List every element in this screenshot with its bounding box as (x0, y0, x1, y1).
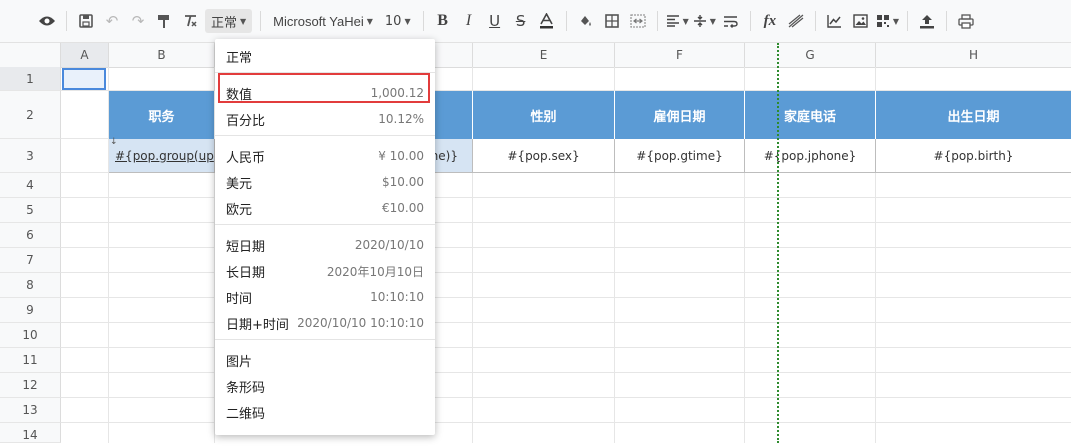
menu-item-usd[interactable]: 美元 $10.00 (215, 169, 435, 195)
save-icon[interactable] (75, 9, 97, 33)
menu-item-time[interactable]: 时间 10:10:10 (215, 284, 435, 310)
print-icon[interactable] (955, 9, 977, 33)
page-break-line (777, 43, 779, 443)
row-header-10[interactable]: 10 (0, 323, 61, 348)
corner-cell[interactable] (0, 43, 61, 67)
row-header-4[interactable]: 4 (0, 173, 61, 198)
menu-item-normal[interactable]: 正常 (215, 43, 435, 69)
row-header-3[interactable]: 3 (0, 139, 61, 173)
row-header-6[interactable]: 6 (0, 223, 61, 248)
font-family-label: Microsoft YaHei (273, 13, 364, 29)
row-header-8[interactable]: 8 (0, 273, 61, 298)
menu-item-percent[interactable]: 百分比 10.12% (215, 106, 435, 132)
qrcode-icon[interactable]: ▼ (876, 9, 899, 33)
caret-down-icon: ▼ (240, 16, 247, 26)
row-header-9[interactable]: 9 (0, 298, 61, 323)
underline-icon[interactable]: U (484, 9, 506, 33)
caret-down-icon: ▼ (404, 16, 411, 26)
header-cell-sex[interactable]: 性别 (473, 91, 615, 139)
bold-icon[interactable]: B (432, 9, 454, 33)
row-header-1[interactable]: 1 (0, 67, 61, 91)
image-icon[interactable] (850, 9, 872, 33)
upload-icon[interactable] (916, 9, 938, 33)
data-cell-gtime[interactable]: #{pop.gtime} (615, 139, 745, 173)
column-header-row: A B E F G H (0, 43, 1071, 68)
clear-format-icon[interactable] (179, 9, 201, 33)
vertical-align-icon[interactable]: ▼ (693, 9, 716, 33)
expand-arrow-icon: ↓ (110, 137, 118, 147)
caret-down-icon: ▼ (366, 16, 373, 26)
column-header-f[interactable]: F (615, 43, 745, 67)
menu-item-barcode[interactable]: 条形码 (215, 373, 435, 399)
selected-cell-a1[interactable] (62, 68, 106, 90)
menu-item-short-date[interactable]: 短日期 2020/10/10 (215, 232, 435, 258)
merge-cells-icon[interactable] (627, 9, 649, 33)
number-format-dropdown[interactable]: 正常 ▼ (205, 9, 253, 33)
wrap-text-icon[interactable] (720, 9, 742, 33)
undo-icon[interactable]: ↶ (101, 9, 123, 33)
font-size-label: 10 (384, 13, 402, 29)
menu-item-rmb[interactable]: 人民币 ¥ 10.00 (215, 143, 435, 169)
row-header-2[interactable]: 2 (0, 91, 61, 139)
caret-down-icon: ▼ (682, 16, 689, 26)
data-cell-sex[interactable]: #{pop.sex} (473, 139, 615, 173)
data-cell-group[interactable]: #{pop.group(up (109, 139, 215, 173)
data-cell-jphone[interactable]: #{pop.jphone} (745, 139, 876, 173)
number-format-label: 正常 (211, 15, 238, 31)
row-header-7[interactable]: 7 (0, 248, 61, 273)
caret-down-icon: ▼ (709, 16, 716, 26)
header-cell-position[interactable]: 职务 (109, 91, 215, 139)
highlight-box (218, 73, 430, 103)
redo-icon[interactable]: ↷ (127, 9, 149, 33)
caret-down-icon: ▼ (892, 16, 900, 26)
font-size-dropdown[interactable]: 10 ▼ (381, 9, 415, 33)
data-cell-birth[interactable]: #{pop.birth} (876, 139, 1071, 173)
column-header-h[interactable]: H (876, 43, 1071, 67)
column-header-g[interactable]: G (745, 43, 876, 67)
diagonal-slash-icon[interactable] (785, 9, 807, 33)
row-header-12[interactable]: 12 (0, 373, 61, 398)
header-cell-home-phone[interactable]: 家庭电话 (745, 91, 876, 139)
menu-item-image[interactable]: 图片 (215, 347, 435, 373)
preview-eye-icon[interactable] (36, 9, 58, 33)
row-header-11[interactable]: 11 (0, 348, 61, 373)
toolbar: ↶ ↷ 正常 ▼ Microsoft YaHei ▼ 10 ▼ B I U S … (0, 0, 1071, 43)
font-family-dropdown[interactable]: Microsoft YaHei ▼ (269, 9, 377, 33)
strikethrough-icon[interactable]: S (510, 9, 532, 33)
row-header-13[interactable]: 13 (0, 398, 61, 423)
spreadsheet-grid[interactable]: A B E F G H 1 2 3 4 5 6 7 8 9 10 11 12 1… (0, 43, 1071, 443)
row-header-14[interactable]: 14 (0, 423, 61, 443)
border-icon[interactable] (601, 9, 623, 33)
chart-icon[interactable] (824, 9, 846, 33)
align-dropdown-icon[interactable]: ▼ (666, 9, 689, 33)
column-header-b[interactable]: B (109, 43, 215, 67)
fill-color-icon[interactable] (575, 9, 597, 33)
menu-item-datetime[interactable]: 日期+时间 2020/10/10 10:10:10 (215, 310, 435, 336)
menu-item-eur[interactable]: 欧元 €10.00 (215, 195, 435, 221)
menu-item-long-date[interactable]: 长日期 2020年10月10日 (215, 258, 435, 284)
format-painter-icon[interactable] (153, 9, 175, 33)
header-cell-hire-date[interactable]: 雇佣日期 (615, 91, 745, 139)
row-header-5[interactable]: 5 (0, 198, 61, 223)
column-header-e[interactable]: E (473, 43, 615, 67)
header-cell-birth-date[interactable]: 出生日期 (876, 91, 1071, 139)
function-icon[interactable]: fx (759, 9, 781, 33)
column-header-a[interactable]: A (61, 43, 109, 67)
menu-item-qrcode[interactable]: 二维码 (215, 399, 435, 425)
italic-icon[interactable]: I (458, 9, 480, 33)
font-color-icon[interactable] (536, 9, 558, 33)
